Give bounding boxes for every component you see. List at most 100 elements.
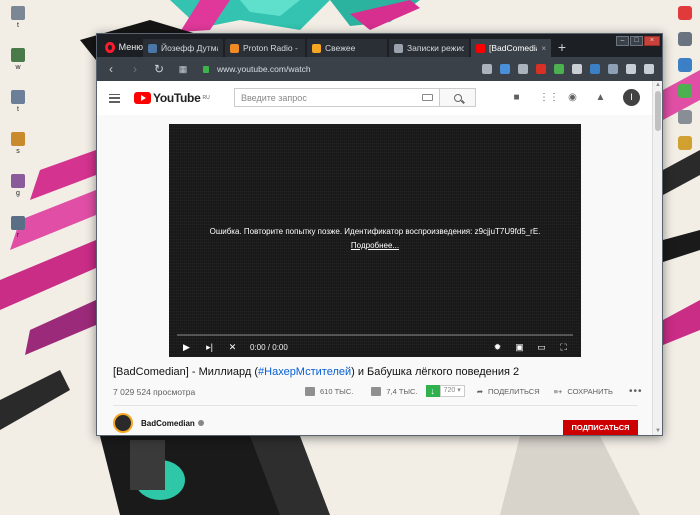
tray-icon-app-4[interactable] — [678, 110, 692, 124]
desktop-icons-left: t w t s g r — [6, 6, 30, 258]
more-actions-icon[interactable]: ••• — [629, 386, 643, 397]
progress-bar[interactable] — [177, 334, 573, 336]
hamburger-menu-icon[interactable] — [109, 93, 120, 103]
tray-icon-app-3[interactable] — [678, 84, 692, 98]
close-tab-icon[interactable]: × — [541, 44, 546, 53]
channel-avatar[interactable] — [113, 413, 133, 433]
menu-label: Меню — [118, 42, 143, 52]
download-widget: ↓ 720 ▾ — [425, 385, 465, 397]
youtube-logo[interactable]: YouTube RU — [134, 91, 210, 105]
like-count: 610 ТЫС. — [320, 386, 354, 396]
ext-grid-icon[interactable] — [572, 64, 582, 74]
address-bar: ‹ › ↻ ▦ www.youtube.com/watch — [97, 57, 662, 81]
miniplayer-icon[interactable]: ▣ — [514, 342, 525, 353]
close-window-button[interactable]: × — [644, 36, 660, 46]
messages-icon[interactable]: ◉ — [567, 92, 578, 103]
loading-icon — [394, 43, 403, 53]
tab-label: [BadComedian] - М — [489, 43, 537, 53]
time-display: 0:00 / 0:00 — [250, 342, 288, 352]
search-button[interactable] — [440, 88, 476, 107]
download-ext-icon[interactable] — [554, 64, 564, 74]
youtube-page: YouTube RU Введите запрос ■ ⋮⋮ ◉ ▲ I Оши… — [97, 81, 652, 435]
new-tab-button[interactable]: + — [553, 39, 571, 57]
desktop-icon-label: t — [17, 22, 19, 29]
browser-tab[interactable]: Записки режиссё — [389, 39, 470, 57]
mute-icon[interactable]: ✕ — [227, 342, 238, 353]
video-player[interactable]: Ошибка. Повторите попытку позже. Идентиф… — [169, 124, 581, 357]
forward-arrow-icon[interactable]: › — [129, 62, 141, 76]
theater-mode-icon[interactable]: ▭ — [536, 342, 547, 353]
channel-name-text: BadComedian — [141, 418, 195, 428]
desktop-app-icon — [11, 174, 25, 188]
settings-gear-icon[interactable]: ✹ — [492, 342, 503, 353]
tray-icon-app-1[interactable] — [678, 32, 692, 46]
minimize-button[interactable]: – — [616, 36, 629, 46]
pikabu-icon — [312, 43, 321, 53]
download-arrow-icon[interactable]: ↓ — [425, 385, 440, 397]
abp-icon[interactable] — [536, 64, 546, 74]
reload-icon[interactable]: ↻ — [153, 62, 165, 76]
menu-lines-icon[interactable] — [644, 64, 654, 74]
scroll-down-icon[interactable]: ▼ — [655, 428, 661, 434]
back-arrow-icon[interactable]: ‹ — [105, 62, 117, 76]
shield-ext-icon[interactable] — [500, 64, 510, 74]
desktop-icon-label: t — [17, 106, 19, 113]
browser-tab[interactable]: Proton Radio - St — [225, 39, 306, 57]
desktop-icon-5[interactable]: g — [6, 174, 30, 204]
tray-icon-app-2[interactable] — [678, 58, 692, 72]
vpn-icon[interactable] — [590, 64, 600, 74]
browser-tab[interactable]: Йозефф Дутмас — [143, 39, 224, 57]
view-count: 7 029 524 просмотра — [113, 387, 196, 397]
apps-grid-icon[interactable]: ⋮⋮ — [539, 92, 559, 103]
scroll-up-icon[interactable]: ▲ — [655, 82, 661, 88]
error-more-link[interactable]: Подробнее... — [169, 241, 581, 250]
share-arrow-icon: ➦ — [476, 386, 484, 396]
desktop-icon-3[interactable]: t — [6, 90, 30, 120]
fullscreen-icon[interactable]: ⛶ — [558, 342, 569, 353]
create-video-icon[interactable]: ■ — [511, 92, 522, 103]
verified-badge-icon — [197, 419, 204, 426]
quality-value: 720 — [443, 387, 456, 394]
dislike-button[interactable]: 7,4 ТЫС. — [371, 386, 418, 396]
tray-icon-opera[interactable] — [678, 6, 692, 20]
share-button[interactable]: ➦ ПОДЕЛИТЬСЯ — [477, 387, 540, 396]
browser-tab[interactable]: Свежее — [307, 39, 388, 57]
subscribe-button[interactable]: ПОДПИСАТЬСЯ — [563, 420, 638, 435]
opera-menu-button[interactable]: Меню — [97, 37, 143, 57]
scroll-thumb[interactable] — [655, 91, 661, 131]
like-button[interactable]: 610 ТЫС. — [305, 386, 354, 396]
desktop-app-icon — [11, 132, 25, 146]
desktop-icon-2[interactable]: w — [6, 48, 30, 78]
page-scrollbar[interactable]: ▲ ▼ — [652, 81, 662, 435]
lock-icon — [203, 65, 209, 73]
browser-window: Меню Йозефф Дутмас Proton Radio - St Свеже… — [96, 33, 663, 436]
quality-select[interactable]: 720 ▾ — [439, 385, 465, 397]
camera-icon[interactable] — [482, 64, 492, 74]
keyboard-icon[interactable] — [422, 94, 433, 101]
maximize-button[interactable]: □ — [630, 36, 643, 46]
desktop-icon-1[interactable]: t — [6, 6, 30, 36]
save-button[interactable]: ≡+ СОХРАНИТЬ — [554, 387, 613, 396]
search-input[interactable]: Введите запрос — [234, 88, 440, 107]
desktop-icon-label: g — [16, 190, 20, 197]
notifications-bell-icon[interactable]: ▲ — [595, 92, 606, 103]
next-icon[interactable]: ▸| — [204, 342, 215, 353]
desktop-icon-4[interactable]: s — [6, 132, 30, 162]
tab-label: Записки режиссё — [407, 43, 464, 53]
heart-icon[interactable] — [518, 64, 528, 74]
globe-icon[interactable] — [608, 64, 618, 74]
tab-bar: Меню Йозефф Дутмас Proton Radio - St Свеже… — [97, 34, 662, 57]
tray-icon-app-5[interactable] — [678, 136, 692, 150]
play-icon[interactable]: ▶ — [181, 342, 192, 353]
speed-dial-icon[interactable]: ▦ — [177, 64, 189, 75]
url-field[interactable]: www.youtube.com/watch — [203, 64, 311, 74]
tab-label: Proton Radio - St — [243, 43, 300, 53]
account-avatar[interactable]: I — [623, 89, 640, 106]
desktop-icon-6[interactable]: r — [6, 216, 30, 246]
channel-name[interactable]: BadComedian — [141, 419, 204, 428]
hashtag-link[interactable]: #НахерМстителей — [258, 366, 351, 378]
channel-info: BadComedian — [113, 413, 204, 433]
browser-tab[interactable]: [BadComedian] - М × — [471, 39, 552, 57]
desktop-app-icon — [11, 216, 25, 230]
downloads-icon[interactable] — [626, 64, 636, 74]
